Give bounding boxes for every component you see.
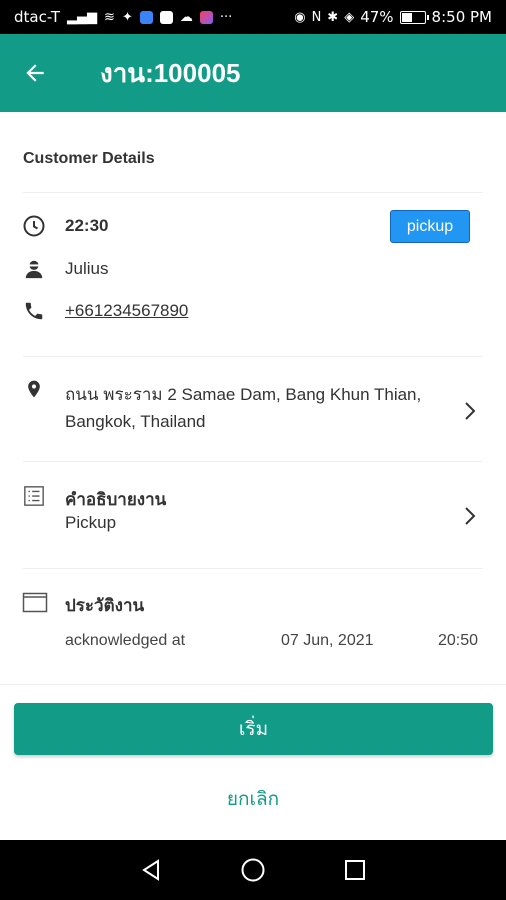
bluetooth-icon: ✱: [327, 9, 339, 25]
customer-phone-link[interactable]: +661234567890: [65, 301, 188, 321]
calendar-icon: [22, 590, 48, 614]
signal-icon: ▂▄▆: [67, 9, 98, 25]
pickup-time: 22:30: [65, 216, 109, 235]
history-entry-time: 20:50: [438, 632, 479, 649]
page-title: งาน:100005: [100, 57, 241, 88]
chevron-right-icon: [460, 504, 480, 528]
triangle-back-icon: [142, 859, 159, 881]
settings-icon: ✦: [121, 9, 133, 25]
history-title: ประวัติงาน: [65, 596, 145, 615]
more-icon: ···: [219, 9, 233, 25]
carrier-label: dtac-T: [14, 8, 61, 26]
battery-fill: [401, 12, 412, 22]
chevron-right-icon: [460, 399, 480, 423]
system-nav-bar: [0, 840, 506, 900]
back-button[interactable]: [0, 34, 70, 112]
battery-icon: [399, 10, 429, 24]
battery-percent: 47%: [360, 8, 394, 26]
app-notification-icon-2: [199, 10, 213, 24]
list-icon: [22, 484, 46, 508]
nfc-icon: N: [311, 9, 322, 25]
divider: [0, 684, 506, 685]
address-line-2: Bangkok, Thailand: [65, 412, 206, 431]
customer-name: Julius: [65, 259, 109, 278]
clock-icon: [22, 214, 46, 238]
location-pin-icon: [22, 377, 46, 401]
cancel-button[interactable]: ยกเลิก: [0, 784, 506, 814]
nav-back-button[interactable]: [131, 850, 171, 890]
app-notification-icon: [139, 10, 153, 24]
status-left: dtac-T ▂▄▆ ≋ ✦ ☁ ···: [14, 8, 232, 26]
address-row[interactable]: ถนน พระราม 2 Samae Dam, Bang Khun Thian,…: [0, 357, 506, 461]
description-row[interactable]: คำอธิบายงาน Pickup: [0, 462, 506, 568]
cloud-icon: ☁: [179, 9, 193, 25]
phone-icon: [22, 299, 46, 323]
home-circle-icon: [241, 858, 265, 882]
job-type-badge: pickup: [390, 210, 470, 243]
shield-icon: [159, 10, 173, 24]
divider: [23, 192, 483, 193]
address-text: ถนน พระราม 2 Samae Dam, Bang Khun Thian,…: [65, 381, 455, 435]
description-value: Pickup: [65, 513, 117, 532]
wifi-icon: ≋: [104, 9, 115, 25]
address-line-1: ถนน พระราม 2 Samae Dam, Bang Khun Thian,: [65, 385, 422, 404]
status-bar: dtac-T ▂▄▆ ≋ ✦ ☁ ··· ◉ N ✱ ◈ 47% 8:50 PM: [0, 0, 506, 34]
description-title: คำอธิบายงาน: [65, 490, 167, 509]
history-entry-date: 07 Jun, 2021: [281, 632, 374, 649]
eye-icon: ◉: [294, 9, 306, 25]
section-title-customer-details: Customer Details: [23, 150, 155, 167]
person-icon: [22, 257, 46, 281]
location-icon: ◈: [344, 9, 355, 25]
status-right: ◉ N ✱ ◈ 47% 8:50 PM: [294, 8, 492, 26]
app-bar: งาน:100005: [0, 34, 506, 112]
nav-recents-button[interactable]: [335, 850, 375, 890]
start-button[interactable]: เริ่ม: [14, 703, 493, 755]
screen: dtac-T ▂▄▆ ≋ ✦ ☁ ··· ◉ N ✱ ◈ 47% 8:50 PM…: [0, 0, 506, 900]
status-time: 8:50 PM: [431, 8, 492, 26]
arrow-back-icon: [26, 64, 44, 82]
recents-square-icon: [345, 860, 365, 880]
divider: [23, 568, 483, 569]
nav-home-button[interactable]: [233, 850, 273, 890]
history-entry-label: acknowledged at: [65, 632, 186, 649]
